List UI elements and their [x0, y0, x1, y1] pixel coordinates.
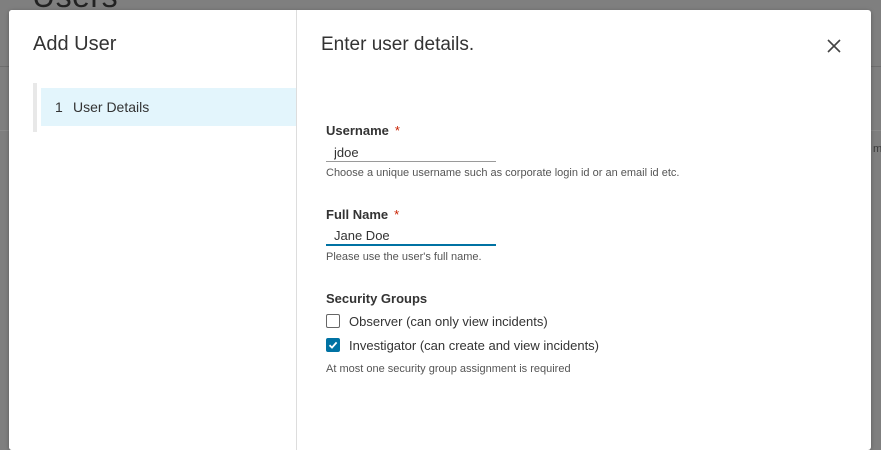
full-name-input[interactable] — [326, 227, 496, 246]
full-name-field-group: Full Name* Please use the user's full na… — [326, 207, 496, 263]
security-groups-help-text: At most one security group assignment is… — [326, 363, 571, 375]
step-number: 1 — [55, 99, 63, 115]
observer-option[interactable]: Observer (can only view incidents) — [326, 312, 599, 330]
modal-title: Add User — [33, 33, 117, 55]
content-title: Enter user details. — [321, 34, 475, 55]
investigator-option[interactable]: Investigator (can create and view incide… — [326, 336, 599, 354]
step-item-user-details[interactable]: 1 User Details — [41, 88, 296, 126]
security-groups-group: Security Groups Observer (can only view … — [326, 291, 599, 375]
investigator-label[interactable]: Investigator (can create and view incide… — [349, 338, 599, 353]
required-mark: * — [394, 207, 400, 222]
username-field-group: Username* Choose a unique username such … — [326, 123, 679, 179]
security-groups-label: Security Groups — [326, 291, 428, 306]
check-icon — [328, 341, 338, 349]
observer-checkbox[interactable] — [326, 314, 340, 328]
username-input[interactable] — [326, 143, 496, 162]
step-label: User Details — [73, 99, 150, 115]
full-name-help-text: Please use the user's full name. — [326, 251, 482, 263]
required-mark: * — [394, 123, 400, 138]
add-user-modal: Add User 1 User Details Enter user detai… — [9, 10, 871, 450]
close-icon[interactable] — [827, 39, 841, 53]
wizard-steps-panel: Add User 1 User Details — [9, 10, 297, 450]
observer-label[interactable]: Observer (can only view incidents) — [349, 314, 548, 329]
investigator-checkbox[interactable] — [326, 338, 340, 352]
step-rail — [33, 83, 37, 132]
background-table-edge-text: m — [873, 143, 881, 155]
wizard-content: Enter user details. Username* Choose a u… — [297, 10, 871, 450]
username-label: Username * — [326, 123, 400, 138]
username-help-text: Choose a unique username such as corpora… — [326, 167, 680, 179]
full-name-label: Full Name * — [326, 207, 400, 222]
